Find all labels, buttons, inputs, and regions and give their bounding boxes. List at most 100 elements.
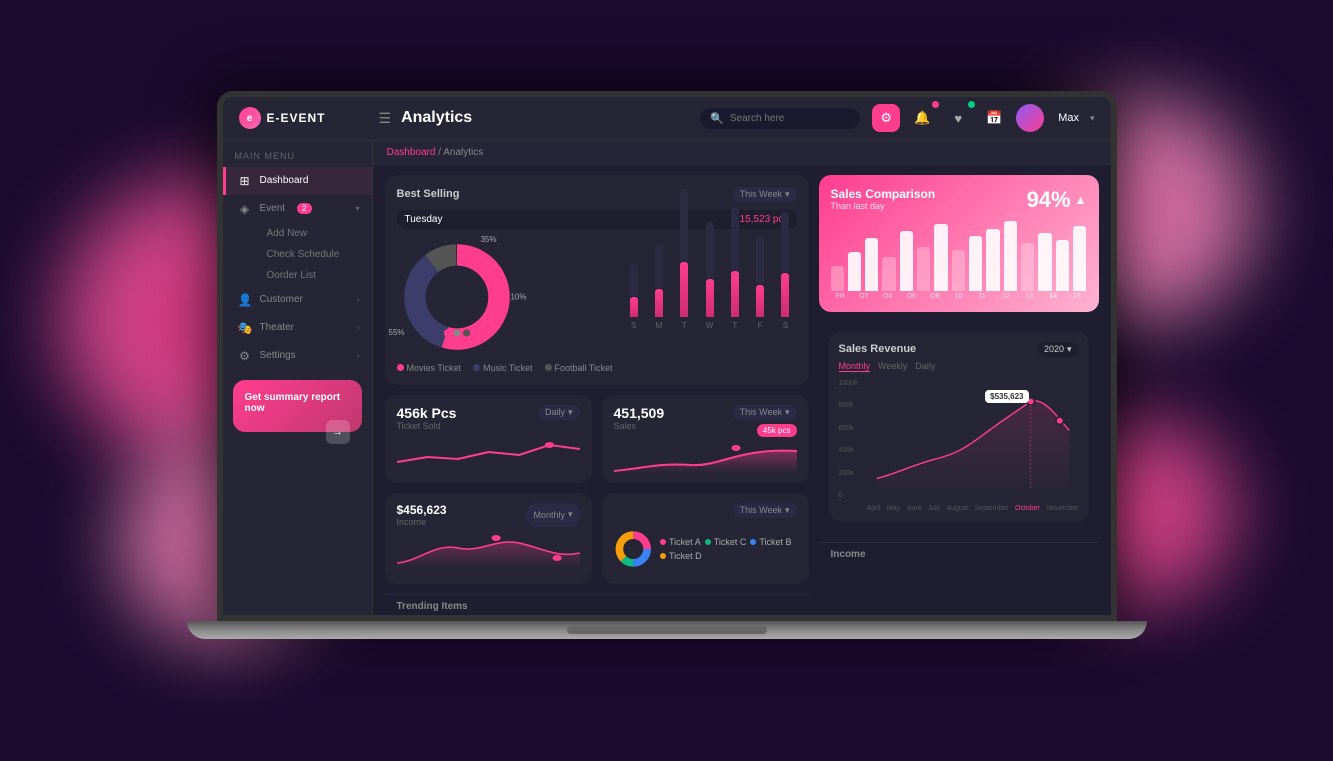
heart-icon-btn[interactable]: ♥ [944,104,972,132]
sc-bar-11 [1004,221,1017,291]
x-november: November [1046,505,1078,512]
tab-monthly[interactable]: Monthly [839,361,871,372]
bar-pink-t2 [731,271,739,317]
line-chart-wrapper: 1000k 800k 600k 400k 200k 0 [839,380,1079,512]
summary-card-btn[interactable]: → [326,420,350,444]
settings-sidebar-icon: ⚙ [238,349,252,363]
best-selling-filter[interactable]: This Week ▾ [733,187,797,202]
bar-day-labels: S M T W T F S [623,321,797,330]
sidebar-item-dashboard[interactable]: ⊞ Dashboard [223,167,372,195]
header: e E-EVENT ☰ Analytics 🔍 ⚙ [223,97,1111,141]
search-input[interactable] [730,113,850,124]
sc-subtitle: Than last day [831,201,936,211]
donut-sm-container: Ticket A Ticket C [614,524,797,574]
settings-icon-btn[interactable]: ⚙ [872,104,900,132]
summary-card: Get summary report now → [233,380,362,432]
bar-pink-s2 [781,273,789,317]
ticket-sold-header: 456k Pcs Ticket Sold Daily ▾ [397,405,580,431]
sales-filter[interactable]: This Week ▾ [733,405,797,420]
income-filter[interactable]: Monthly ▾ [526,503,579,527]
sales-sparkline [614,443,797,473]
bell-icon-btn[interactable]: 🔔 [908,104,936,132]
axis-12: 12 [996,293,1016,300]
bar-chart [623,237,797,317]
ticket-types-card: This Week ▾ [602,493,809,584]
revenue-title: Sales Revenue [839,343,917,355]
sc-title: Sales Comparison [831,187,936,201]
sales-value: 451,509 [614,405,665,421]
breadcrumb-parent[interactable]: Dashboard [387,147,436,158]
customer-icon: 👤 [238,293,252,307]
bar-dark-s1 [630,264,638,296]
income-value: $456,623 [397,503,447,517]
sidebar-sub-check-schedule[interactable]: Check Schedule [255,244,372,265]
sc-bar-10 [986,229,999,291]
axis-o4: O4 [878,293,898,300]
axis-10: 10 [949,293,969,300]
donut-label-music: Music Ticket [473,363,533,373]
tab-weekly[interactable]: Weekly [878,361,907,372]
calendar-icon-btn[interactable]: 📅 [980,104,1008,132]
axis-o6: O6 [901,293,921,300]
axis-13: 13 [1020,293,1040,300]
ticket-sold-label: Ticket Sold [397,421,457,431]
x-october: October [1015,505,1040,512]
donut-pct-10: 10% [510,292,526,301]
page-title: Analytics [401,109,472,127]
bar-pink-s1 [630,297,638,317]
sidebar-item-theater[interactable]: 🎭 Theater › [223,314,372,342]
sc-bar-8 [952,250,965,291]
sidebar-label-dashboard: Dashboard [260,175,309,186]
axis-o8: O8 [925,293,945,300]
ticket-sold-value: 456k Pcs [397,405,457,421]
sales-header: 451,509 Sales This Week ▾ [614,405,797,437]
x-april: April [867,505,881,512]
dashboard-panel: Dashboard / Analytics Best Selling [373,141,1111,615]
bar-s1 [623,264,645,317]
bell-badge [932,101,939,108]
sidebar-sub-order-list[interactable]: Oorder List [255,265,372,286]
main-content: Main Menu ⊞ Dashboard ◈ Event 2 ▾ [223,141,1111,615]
period-tabs: Monthly Weekly Daily [839,361,1079,372]
ticket-legend: Ticket A Ticket C [660,537,796,561]
sidebar-item-settings[interactable]: ⚙ Settings › [223,342,372,370]
sc-bar-12 [1021,243,1034,291]
sidebar-item-event[interactable]: ◈ Event 2 ▾ [223,195,372,223]
search-bar[interactable]: 🔍 [700,108,860,129]
bar-pink-w [706,279,714,317]
ticket-a-dot [660,539,666,545]
ticket-types-filter[interactable]: This Week ▾ [733,503,797,518]
sc-bar-4 [882,257,895,291]
bar-dark-f [756,236,764,284]
ticket-sold-filter[interactable]: Daily ▾ [538,405,580,420]
best-selling-content: 35% 55% 10% Movies Ticket [397,237,797,373]
bar-f [749,236,771,317]
right-column: Sales Comparison Than last day 94% ▲ [819,175,1099,615]
sc-bar-7 [934,224,947,291]
income-info: $456,623 Income [397,503,447,527]
revenue-svg [867,380,1079,500]
year-badge[interactable]: 2020 ▾ [1037,342,1079,357]
event-icon: ◈ [238,202,252,216]
axis-fr: FR [831,293,851,300]
laptop-screen: e E-EVENT ☰ Analytics 🔍 ⚙ [217,91,1117,621]
sidebar-item-customer[interactable]: 👤 Customer › [223,286,372,314]
bar-dark-s2 [781,212,789,272]
sc-bar-14 [1056,240,1069,290]
donut-pct-35: 35% [480,235,496,244]
bar-s2 [774,212,796,317]
axis-14: 14 [1043,293,1063,300]
theater-chevron-icon: › [357,323,360,332]
dashboard-icon: ⊞ [238,174,252,188]
sidebar-sub-add-new[interactable]: Add New [255,223,372,244]
x-september: September [975,505,1009,512]
x-august: August [946,505,968,512]
donut-label-movies: Movies Ticket [397,363,462,373]
user-dropdown-icon[interactable]: ▾ [1090,113,1095,124]
day-t: T [673,321,695,330]
ticket-stats-row: 456k Pcs Ticket Sold Daily ▾ [385,395,809,483]
tab-daily[interactable]: Daily [915,361,935,372]
sales-comparison-card: Sales Comparison Than last day 94% ▲ [819,175,1099,312]
hamburger-icon[interactable]: ☰ [379,110,392,127]
income-label: Income [397,517,447,527]
